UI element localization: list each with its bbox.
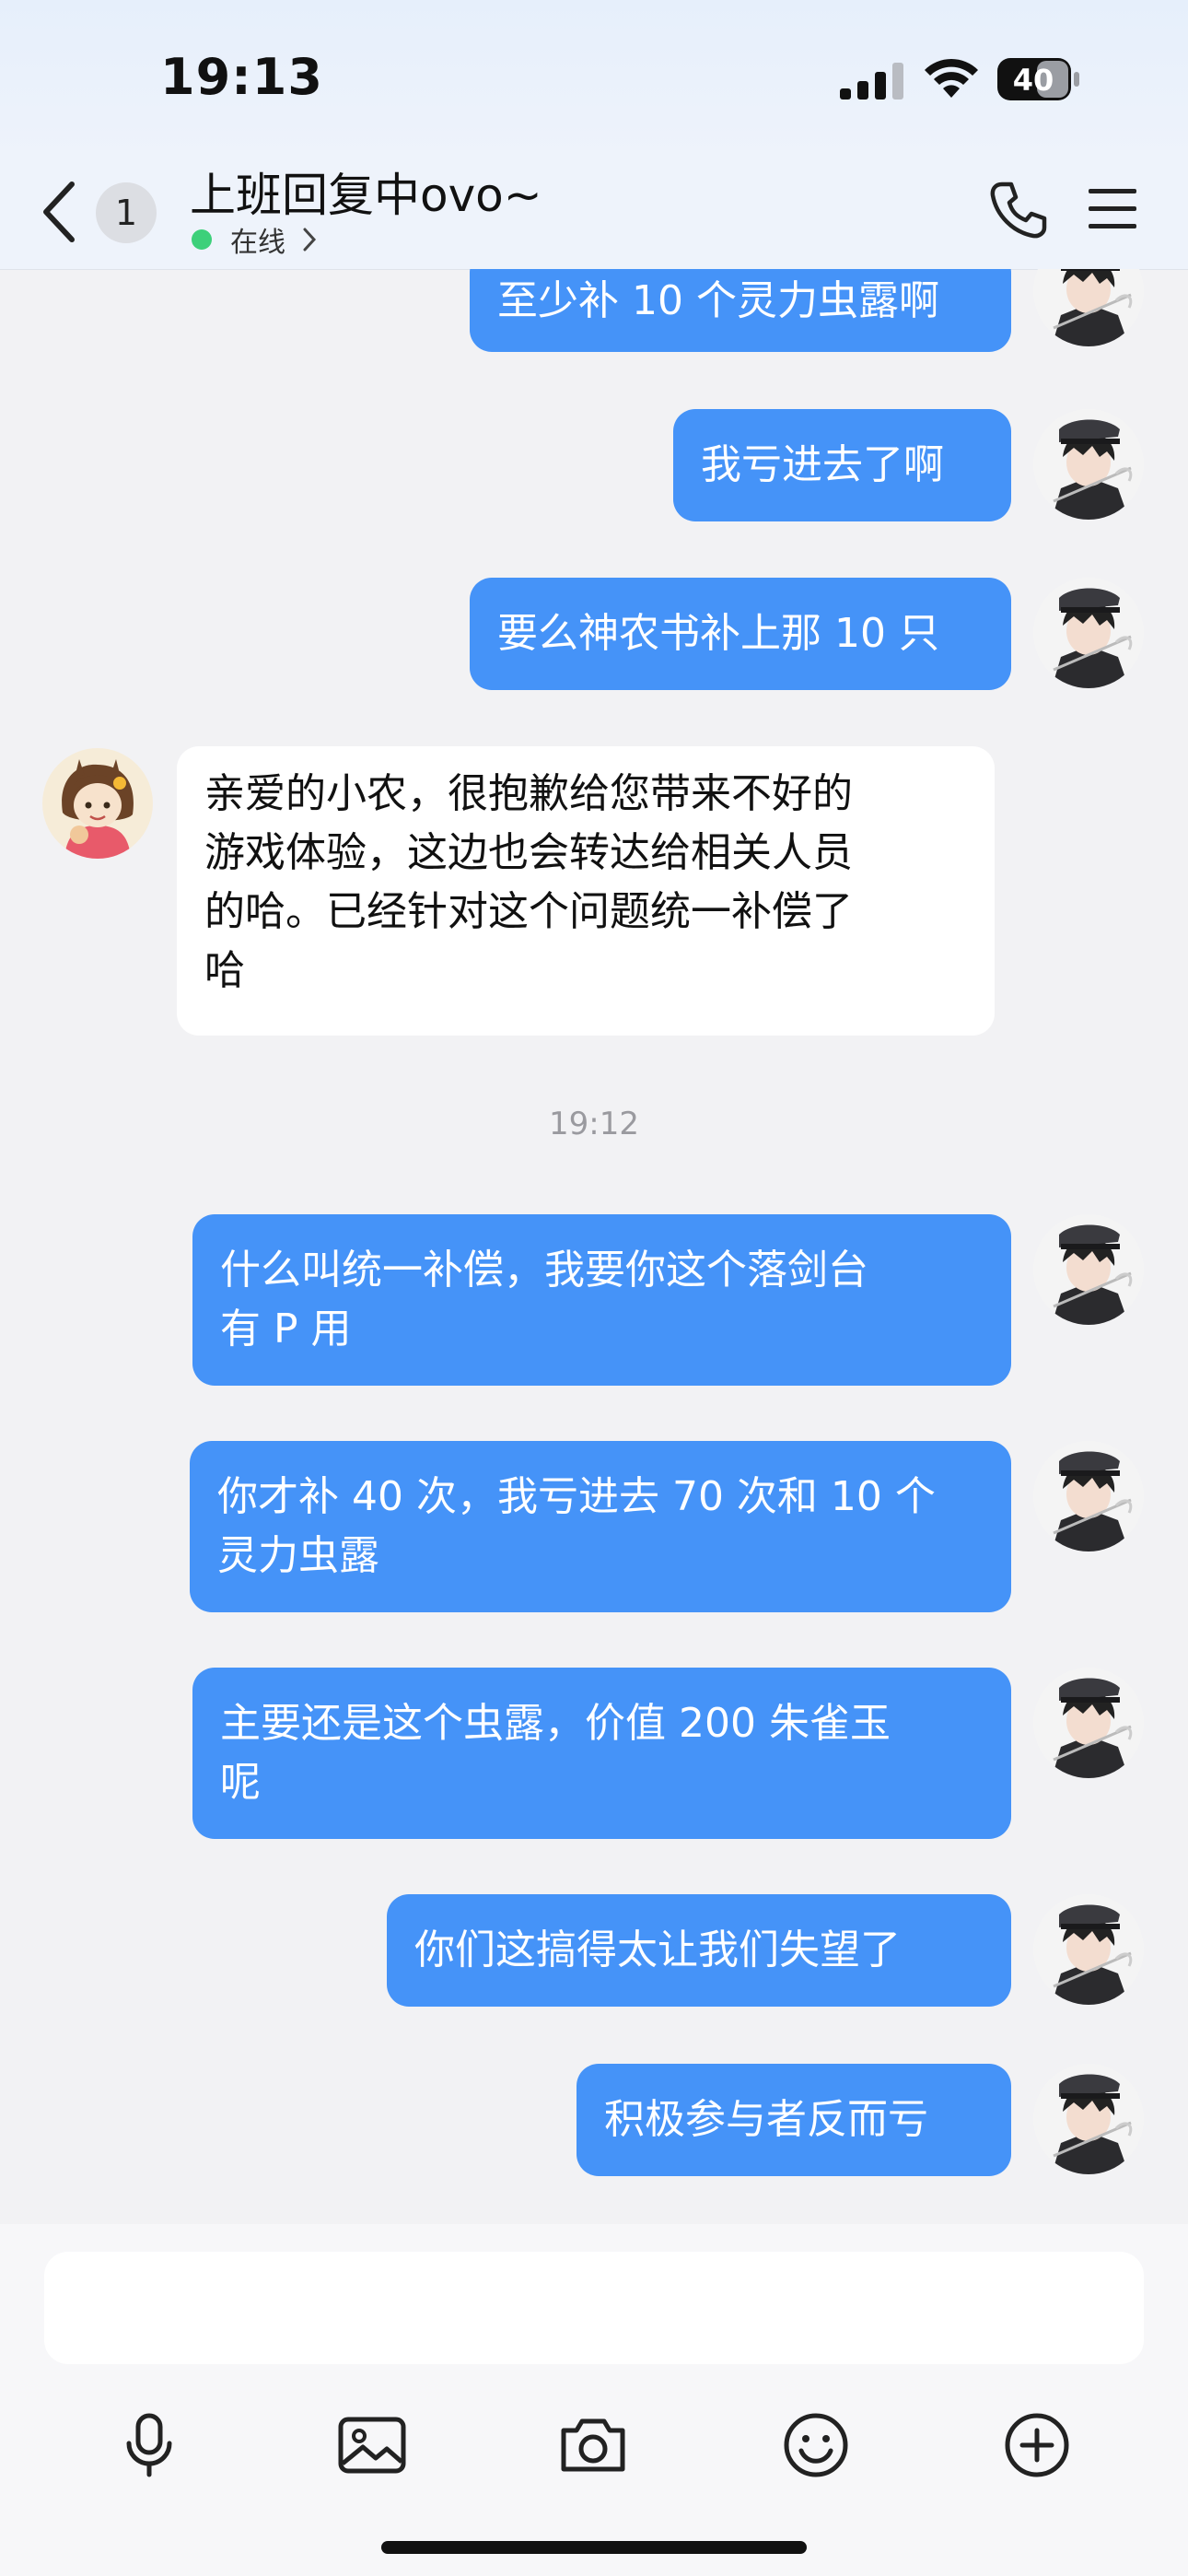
message-bubble[interactable]: 至少补 10 个灵力虫露啊 (470, 269, 1011, 352)
user-avatar[interactable] (1033, 1441, 1144, 1551)
emoji-icon[interactable] (779, 2408, 853, 2482)
message-text-line: 游戏体验，这边也会转达给相关人员 (204, 829, 853, 876)
message-text-line: 亲爱的小农，很抱歉给您带来不好的 (204, 770, 853, 817)
back-chevron-icon[interactable] (39, 179, 79, 245)
cellular-signal-icon (840, 63, 903, 100)
message-text-line: 主要还是这个虫露，价值 200 朱雀玉 (220, 1700, 891, 1747)
message-text-line: 灵力虫露 (217, 1532, 379, 1579)
presence-label: 在线 (230, 227, 285, 259)
user-avatar[interactable] (1033, 1894, 1144, 2005)
message-input[interactable] (44, 2252, 1144, 2364)
microphone-icon[interactable] (112, 2408, 186, 2482)
message-text: 我亏进去了啊 (701, 441, 944, 488)
message-bubble[interactable]: 亲爱的小农，很抱歉给您带来不好的 游戏体验，这边也会转达给相关人员 的哈。已经针… (177, 746, 995, 1036)
chevron-right-icon (303, 228, 317, 252)
message-bubble[interactable]: 你才补 40 次，我亏进去 70 次和 10 个 灵力虫露 (190, 1441, 1011, 1612)
message-list[interactable]: 至少补 10 个灵力虫露啊 我亏进去了啊 要么神农书补上那 10 只 亲爱的小农… (0, 269, 1188, 2224)
message-text-line: 什么叫统一补偿，我要你这个落剑台 (220, 1247, 868, 1294)
message-text-line: 的哈。已经针对这个问题统一补偿了 (204, 888, 853, 935)
unread-count-badge[interactable]: 1 (96, 182, 157, 243)
message-bubble[interactable]: 我亏进去了啊 (673, 409, 1011, 521)
wifi-icon (925, 58, 978, 98)
phone-call-icon[interactable] (987, 179, 1048, 240)
message-bubble[interactable]: 主要还是这个虫露，价值 200 朱雀玉 呢 (192, 1668, 1011, 1839)
message-bubble[interactable]: 积极参与者反而亏 (577, 2064, 1011, 2176)
message-text-line: 有 P 用 (220, 1306, 352, 1352)
message-text: 积极参与者反而亏 (604, 2096, 928, 2143)
message-timestamp: 19:12 (549, 1106, 639, 1142)
message-bubble[interactable]: 要么神农书补上那 10 只 (470, 578, 1011, 690)
message-text: 要么神农书补上那 10 只 (497, 610, 939, 657)
battery-level: 40 (1013, 63, 1054, 98)
presence-status[interactable]: 在线 (192, 219, 317, 260)
status-bar: 19:13 40 (0, 0, 1188, 157)
message-bubble[interactable]: 什么叫统一补偿，我要你这个落剑台 有 P 用 (192, 1214, 1011, 1386)
online-dot-icon (192, 229, 212, 250)
battery-icon: 40 (996, 57, 1081, 101)
message-text-line: 呢 (220, 1759, 261, 1806)
message-text: 至少补 10 个灵力虫露啊 (497, 277, 939, 324)
message-text: 你们这搞得太让我们失望了 (414, 1926, 901, 1973)
plus-icon[interactable] (1000, 2408, 1074, 2482)
menu-icon[interactable] (1087, 186, 1138, 232)
image-icon[interactable] (335, 2408, 409, 2482)
chat-header: 1 上班回复中ovo~ 在线 (0, 157, 1188, 270)
home-indicator[interactable] (381, 2541, 807, 2554)
composer (0, 2224, 1188, 2576)
user-avatar[interactable] (1033, 1214, 1144, 1325)
message-bubble[interactable]: 你们这搞得太让我们失望了 (387, 1894, 1011, 2007)
user-avatar[interactable] (1033, 269, 1144, 346)
user-avatar[interactable] (1033, 409, 1144, 520)
status-time: 19:13 (160, 48, 323, 106)
user-avatar[interactable] (1033, 1668, 1144, 1778)
camera-icon[interactable] (556, 2408, 630, 2482)
agent-avatar[interactable] (42, 748, 153, 859)
chat-title[interactable]: 上班回复中ovo~ (190, 158, 542, 225)
user-avatar[interactable] (1033, 578, 1144, 688)
user-avatar[interactable] (1033, 2064, 1144, 2174)
message-text-line: 哈 (204, 947, 245, 994)
message-text-line: 你才补 40 次，我亏进去 70 次和 10 个 (217, 1473, 936, 1520)
